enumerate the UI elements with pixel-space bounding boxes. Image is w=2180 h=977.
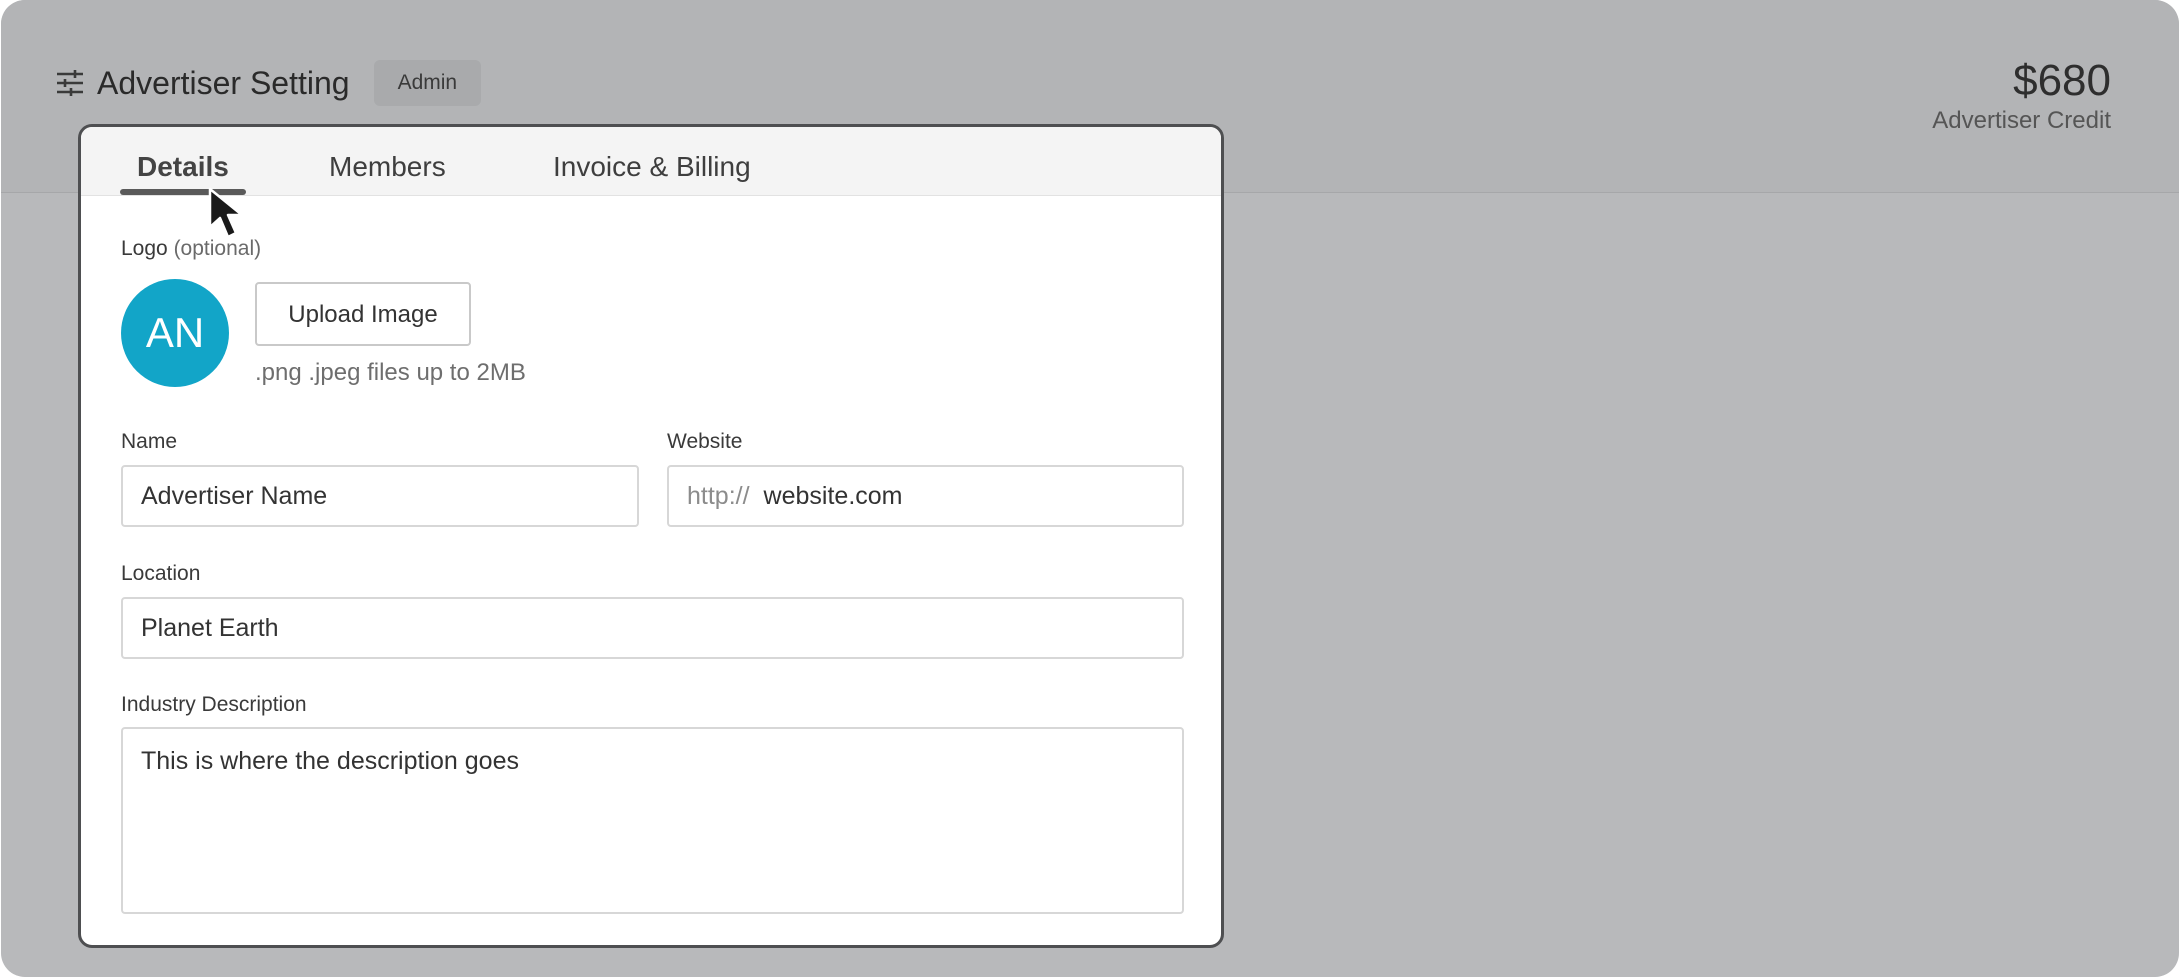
name-input-value: Advertiser Name bbox=[141, 481, 328, 510]
location-input[interactable]: Planet Earth bbox=[121, 597, 1184, 659]
logo-label: Logo (optional) bbox=[121, 237, 261, 261]
website-input-value: website.com bbox=[763, 481, 903, 510]
avatar: AN bbox=[121, 279, 229, 387]
app-background: Advertiser Setting Admin $680 Advertiser… bbox=[1, 0, 2179, 977]
advertiser-credit: $680 Advertiser Credit bbox=[1932, 56, 2111, 136]
industry-description-label: Industry Description bbox=[121, 693, 307, 716]
industry-description-textarea[interactable]: This is where the description goes bbox=[121, 727, 1184, 914]
logo-label-text: Logo bbox=[121, 237, 168, 260]
name-input[interactable]: Advertiser Name bbox=[121, 465, 639, 527]
credit-amount: $680 bbox=[2013, 56, 2111, 105]
website-prefix: http:// bbox=[687, 481, 750, 510]
website-input[interactable]: http:// website.com bbox=[667, 465, 1184, 527]
location-input-value: Planet Earth bbox=[141, 613, 279, 642]
name-label: Name bbox=[121, 430, 178, 453]
tab-invoice-billing[interactable]: Invoice & Billing bbox=[553, 151, 751, 183]
website-label: Website bbox=[667, 430, 743, 453]
tab-members[interactable]: Members bbox=[329, 151, 446, 183]
location-label: Location bbox=[121, 562, 201, 585]
upload-hint: .png .jpeg files up to 2MB bbox=[255, 359, 526, 386]
settings-card: Details Members Invoice & Billing Logo (… bbox=[78, 124, 1224, 948]
industry-description-value: This is where the description goes bbox=[141, 747, 519, 775]
title-row: Advertiser Setting Admin bbox=[55, 58, 482, 108]
logo-optional-text: (optional) bbox=[173, 237, 262, 260]
tab-bar: Details Members Invoice & Billing bbox=[81, 127, 1221, 196]
tune-icon bbox=[57, 70, 83, 96]
role-badge: Admin bbox=[373, 60, 482, 106]
cursor-arrow-icon bbox=[208, 187, 244, 239]
tab-details[interactable]: Details bbox=[137, 151, 229, 183]
page-title: Advertiser Setting bbox=[97, 64, 350, 101]
upload-image-button[interactable]: Upload Image bbox=[255, 282, 471, 346]
credit-label: Advertiser Credit bbox=[1932, 107, 2111, 134]
